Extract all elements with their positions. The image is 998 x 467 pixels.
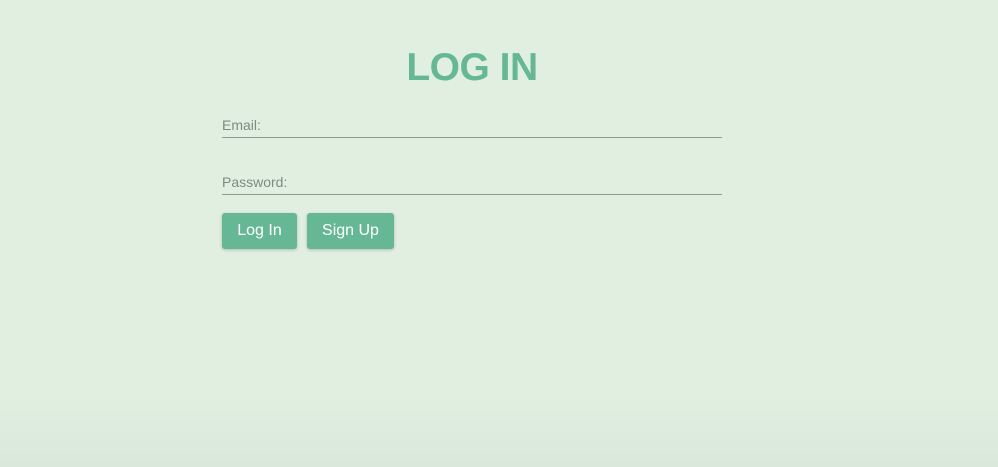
password-field-container: Password: [222, 172, 722, 195]
page-title: LOG IN [406, 46, 538, 89]
email-field-container: Email: [222, 115, 722, 138]
login-button[interactable]: Log In [222, 213, 297, 249]
signup-button[interactable]: Sign Up [307, 213, 394, 249]
password-input[interactable] [222, 172, 722, 194]
email-input[interactable] [222, 115, 722, 137]
